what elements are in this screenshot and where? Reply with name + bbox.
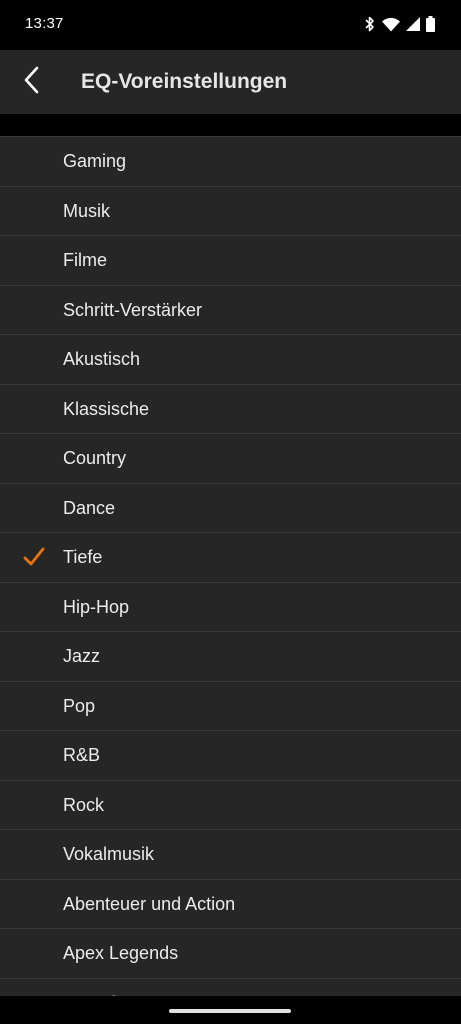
eq-preset-item[interactable]: Gaming	[0, 137, 461, 187]
eq-preset-label: Pop	[63, 695, 96, 716]
eq-preset-label: Schritt-Verstärker	[63, 299, 203, 320]
chevron-left-icon	[22, 66, 42, 99]
checkmark-icon	[22, 545, 46, 569]
eq-preset-label: Dance	[63, 497, 116, 518]
eq-preset-item[interactable]: Dance	[0, 484, 461, 533]
eq-preset-label: Akustisch	[63, 349, 141, 369]
navigation-bar	[0, 996, 461, 1024]
battery-icon	[426, 16, 435, 32]
eq-preset-item[interactable]: Klassische	[0, 385, 461, 434]
eq-preset-item[interactable]: Jazz	[0, 632, 461, 682]
eq-preset-label: Vokalmusik	[63, 844, 155, 864]
eq-preset-item[interactable]: Rock	[0, 781, 461, 830]
eq-preset-item[interactable]: Hip-Hop	[0, 583, 461, 632]
status-icons	[364, 14, 435, 34]
eq-preset-label: Musik	[63, 200, 111, 221]
back-button[interactable]	[12, 62, 52, 102]
eq-preset-label: Klassische	[63, 398, 150, 419]
eq-preset-label: Rock	[63, 794, 105, 815]
eq-preset-item[interactable]: R&B	[0, 731, 461, 781]
eq-preset-label: Abenteuer und Action	[63, 893, 236, 914]
eq-preset-item[interactable]: Schritt-Verstärker	[0, 286, 461, 335]
eq-preset-label: R&B	[63, 745, 101, 765]
eq-preset-item[interactable]: Tiefe	[0, 533, 461, 583]
eq-preset-item[interactable]: Country	[0, 434, 461, 484]
home-indicator[interactable]	[169, 1009, 291, 1013]
eq-preset-label: Tiefe	[63, 547, 103, 567]
wifi-icon	[382, 17, 400, 32]
eq-preset-item[interactable]: Age of Wo...	[0, 979, 461, 998]
eq-preset-item[interactable]: Musik	[0, 187, 461, 236]
eq-preset-label: Hip-Hop	[63, 596, 130, 617]
eq-preset-item[interactable]: Akustisch	[0, 335, 461, 385]
eq-preset-item[interactable]: Filme	[0, 236, 461, 286]
eq-preset-label: Apex Legends	[63, 943, 179, 963]
status-time: 13:37	[25, 15, 64, 32]
eq-preset-list: Gaming Musik Filme Schritt-Verstärker Akusti…	[0, 136, 461, 997]
signal-icon	[406, 17, 420, 31]
eq-preset-label: Country	[63, 448, 127, 468]
app-bar: EQ-Voreinstellungen	[0, 50, 461, 114]
bluetooth-icon	[364, 16, 376, 32]
page-title: EQ-Voreinstellungen	[81, 70, 288, 93]
status-bar: 13:37	[0, 0, 461, 50]
eq-preset-item[interactable]: Apex Legends	[0, 929, 461, 979]
eq-preset-item[interactable]: Pop	[0, 682, 461, 731]
eq-preset-item[interactable]: Vokalmusik	[0, 830, 461, 880]
eq-preset-item[interactable]: Abenteuer und Action	[0, 880, 461, 929]
eq-preset-label: Gaming	[63, 151, 127, 171]
eq-preset-label: Filme	[63, 250, 107, 270]
section-spacer	[0, 114, 461, 136]
eq-preset-label: Jazz	[63, 646, 101, 666]
